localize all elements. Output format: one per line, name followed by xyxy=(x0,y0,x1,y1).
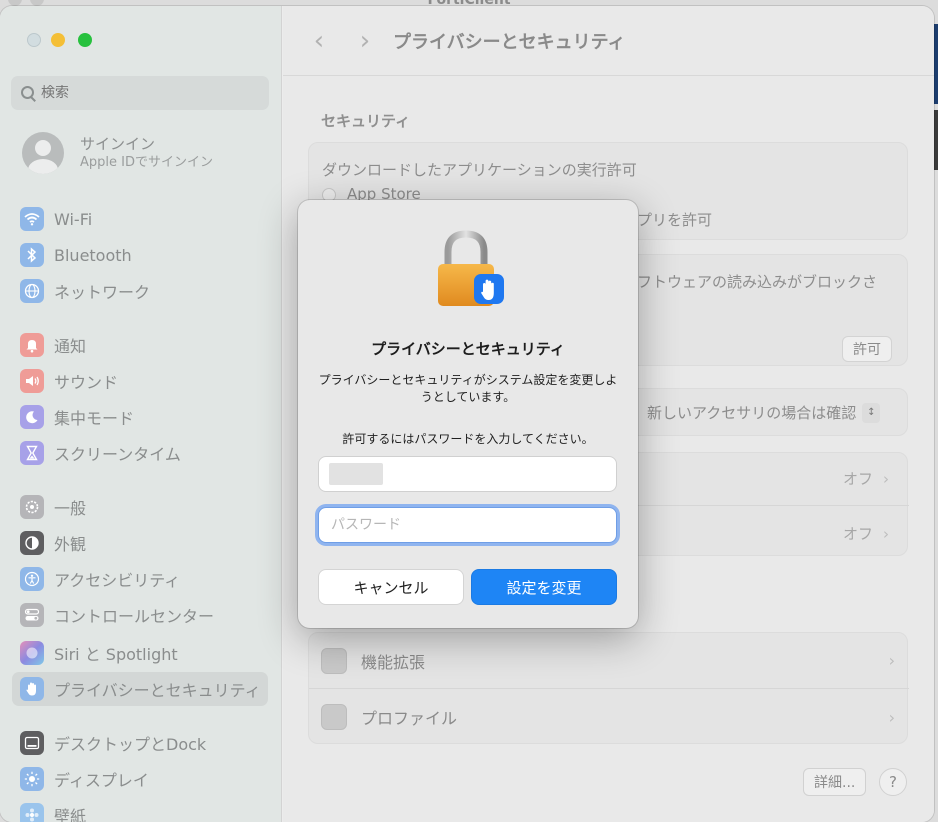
sidebar-item-wifi[interactable]: Wi-Fi xyxy=(12,202,268,236)
sidebar-item-label: Wi-Fi xyxy=(54,209,93,229)
help-button[interactable]: ? xyxy=(879,768,907,796)
dialog-message: プライバシーとセキュリティがシステム設定を変更しようとしています。 xyxy=(318,373,618,404)
sidebar-item-general[interactable]: 一般 xyxy=(12,490,268,524)
lock-icon xyxy=(434,230,506,310)
list-item-label: 機能拡張 xyxy=(361,652,426,672)
toggles-icon xyxy=(20,603,44,627)
extension-icon xyxy=(321,647,347,674)
bell-icon xyxy=(20,333,44,357)
sidebar-item-label: 通知 xyxy=(54,337,87,356)
row-value-off[interactable]: オフ › xyxy=(843,468,889,489)
bluetooth-icon xyxy=(20,243,44,267)
sidebar-item-label: Siri と Spotlight xyxy=(54,645,178,664)
wifi-icon xyxy=(20,207,44,231)
dialog-title: プライバシーとセキュリティ xyxy=(371,340,565,358)
accessory-select[interactable]: 新しいアクセサリの場合は確認 ↕ xyxy=(647,402,881,423)
profile-icon xyxy=(321,704,347,730)
details-button[interactable]: 詳細... xyxy=(803,768,867,796)
siri-icon xyxy=(20,641,44,665)
accessory-select-value: 新しいアクセサリの場合は確認 xyxy=(647,404,857,422)
accessibility-icon xyxy=(20,567,44,591)
sidebar-item-label: 一般 xyxy=(54,499,87,518)
blocked-software-text: フトウェアの読み込みがブロックさ xyxy=(637,273,878,291)
globe-icon xyxy=(20,279,44,303)
sidebar-item-label: アクセシビリティ xyxy=(54,571,181,590)
dialog-prompt: 許可するにはパスワードを入力してください。 xyxy=(342,432,594,446)
moon-icon xyxy=(20,405,44,429)
sun-icon xyxy=(20,767,44,791)
signin-subtitle: Apple IDでサインイン xyxy=(80,155,213,170)
chevron-right-icon: › xyxy=(883,525,890,543)
sidebar-item-label: Bluetooth xyxy=(54,245,132,265)
radio-identified-developers-label: プリを許可 xyxy=(637,211,713,229)
sidebar-item-sound[interactable]: サウンド xyxy=(12,364,268,398)
allow-button[interactable]: 許可 xyxy=(842,336,892,362)
minimize-button[interactable] xyxy=(51,33,65,47)
sidebar-item-wallpaper[interactable]: 壁紙 xyxy=(12,798,268,822)
sidebar-item-label: コントロールセンター xyxy=(54,607,215,626)
zoom-button[interactable] xyxy=(78,33,92,47)
sidebar-item-network[interactable]: ネットワーク xyxy=(12,274,268,308)
chevron-right-icon: › xyxy=(888,651,895,670)
cancel-button[interactable]: キャンセル xyxy=(318,569,464,605)
screen: FortiClient サインイン Apple IDでサインイン xyxy=(0,0,938,822)
sidebar-item-control-center[interactable]: コントロールセンター xyxy=(12,598,268,632)
forward-button[interactable]: › xyxy=(353,26,377,56)
back-button[interactable]: ‹ xyxy=(307,26,331,56)
extensions-profiles-card: 機能拡張 › プロファイル › xyxy=(308,632,909,745)
row-value-off[interactable]: オフ › xyxy=(843,523,889,544)
list-item-extensions[interactable]: 機能拡張 › xyxy=(309,633,909,689)
sidebar-item-label: 外観 xyxy=(54,535,87,554)
updown-chevron-icon: ↕ xyxy=(862,402,881,423)
download-permission-heading: ダウンロードしたアプリケーションの実行許可 xyxy=(322,161,637,179)
sidebar-item-accessibility[interactable]: アクセシビリティ xyxy=(12,562,268,596)
close-button[interactable] xyxy=(27,33,41,47)
avatar xyxy=(22,132,64,174)
toolbar: ‹ › プライバシーとセキュリティ xyxy=(283,6,934,76)
sidebar: サインイン Apple IDでサインイン Wi-Fi Bluetooth xyxy=(0,6,282,822)
gear-icon xyxy=(20,495,44,519)
section-title-security: セキュリティ xyxy=(321,112,411,130)
sidebar-item-label: 壁紙 xyxy=(54,807,87,822)
list-item-profiles[interactable]: プロファイル › xyxy=(309,689,909,745)
apple-id-signin[interactable]: サインイン Apple IDでサインイン xyxy=(22,132,213,174)
sidebar-item-screen-time[interactable]: スクリーンタイム xyxy=(12,436,268,470)
auth-dialog: プライバシーとセキュリティ プライバシーとセキュリティがシステム設定を変更しよう… xyxy=(298,200,638,628)
sidebar-item-label: スクリーンタイム xyxy=(54,445,181,464)
sidebar-item-desktop-dock[interactable]: デスクトップとDock xyxy=(12,726,268,760)
appearance-icon xyxy=(20,531,44,555)
search-input[interactable] xyxy=(41,85,261,101)
sidebar-item-label: サウンド xyxy=(54,373,119,392)
search-field[interactable] xyxy=(11,76,269,110)
sidebar-item-displays[interactable]: ディスプレイ xyxy=(12,762,268,796)
hourglass-icon xyxy=(20,441,44,465)
sidebar-item-label: ディスプレイ xyxy=(54,771,149,790)
sidebar-item-privacy-security[interactable]: プライバシーとセキュリティ xyxy=(12,672,268,706)
page-title: プライバシーとセキュリティ xyxy=(393,31,626,53)
chevron-right-icon: › xyxy=(883,470,890,488)
sidebar-item-appearance[interactable]: 外観 xyxy=(12,526,268,560)
chevron-right-icon: › xyxy=(888,707,895,727)
sidebar-item-label: プライバシーとセキュリティ xyxy=(54,681,261,700)
password-field[interactable] xyxy=(318,507,617,543)
sidebar-item-label: ネットワーク xyxy=(54,283,151,302)
modify-settings-button[interactable]: 設定を変更 xyxy=(471,569,617,605)
sidebar-item-focus[interactable]: 集中モード xyxy=(12,400,268,434)
sidebar-item-label: 集中モード xyxy=(54,409,135,428)
search-icon xyxy=(19,84,37,102)
sidebar-item-notifications[interactable]: 通知 xyxy=(12,328,268,362)
speaker-icon xyxy=(20,369,44,393)
list-item-label: プロファイル xyxy=(361,709,458,728)
dock-icon xyxy=(20,731,44,755)
sidebar-item-label: デスクトップとDock xyxy=(54,735,207,754)
sidebar-item-siri-spotlight[interactable]: Siri と Spotlight xyxy=(12,636,268,670)
hand-icon xyxy=(20,677,44,701)
signin-title: サインイン xyxy=(80,135,156,153)
sidebar-item-bluetooth[interactable]: Bluetooth xyxy=(12,238,268,272)
wallpaper-icon xyxy=(20,803,44,822)
username-redacted xyxy=(329,463,383,485)
